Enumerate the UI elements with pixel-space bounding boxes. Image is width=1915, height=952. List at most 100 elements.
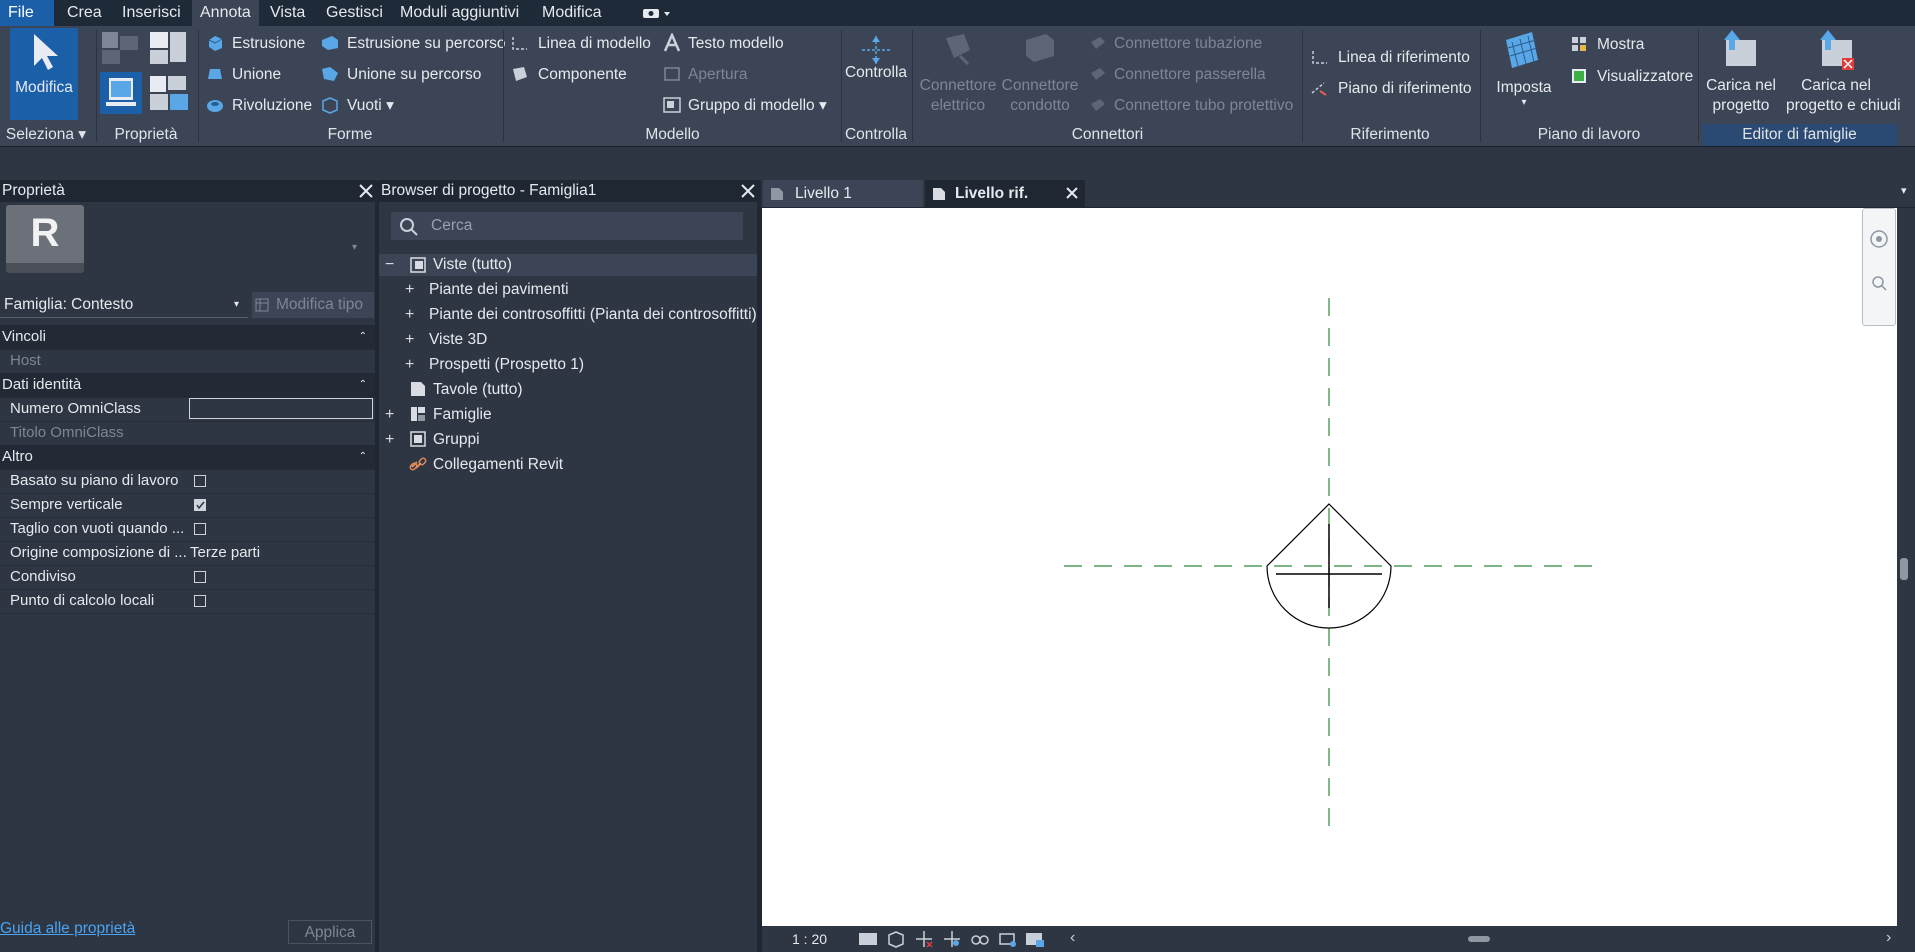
scroll-right-icon[interactable]: ›	[1886, 929, 1891, 947]
shadows-icon[interactable]	[942, 930, 962, 948]
properties-toggle-icon[interactable]	[100, 72, 142, 114]
browser-search-input[interactable]: Cerca	[391, 212, 743, 240]
zoom-region-icon[interactable]	[1869, 273, 1889, 299]
drawing-canvas[interactable]	[762, 208, 1897, 926]
detail-level-icon[interactable]	[858, 931, 878, 947]
tree-3d-views[interactable]: Viste 3D	[429, 330, 487, 350]
opening-button[interactable]: Apertura	[688, 66, 747, 84]
pipe-connector-button[interactable]: Connettore tubazione	[1114, 35, 1262, 53]
panel-seleziona[interactable]: Seleziona ▾	[0, 124, 92, 146]
type-selector[interactable]: Famiglia: Contesto ▾	[0, 293, 248, 318]
family-types-icon[interactable]	[100, 30, 142, 72]
tree-families[interactable]: Famiglie	[433, 405, 492, 425]
model-text-button[interactable]: Testo modello	[688, 35, 784, 53]
type-properties-icon[interactable]	[148, 74, 190, 118]
shared-checkbox[interactable]	[194, 571, 206, 583]
sweep-icon	[320, 34, 340, 56]
menu-inserisci[interactable]: Inserisci	[114, 0, 189, 26]
tree-ceiling-plans[interactable]: Piante dei controsoffitti (Pianta dei co…	[429, 305, 757, 325]
tab-livello-rif[interactable]: Livello rif.	[925, 180, 1085, 207]
edit-type-button[interactable]: Modifica tipo	[252, 292, 374, 318]
cable-tray-connector-button[interactable]: Connettore passerella	[1114, 66, 1266, 84]
reveal-hidden-icon[interactable]	[970, 930, 990, 948]
expand-icon[interactable]: +	[405, 305, 414, 325]
group-other[interactable]: Altro ⌃	[0, 445, 375, 470]
steering-wheel-icon[interactable]	[1869, 229, 1889, 255]
group-identity[interactable]: Dati identità ⌃	[0, 373, 375, 398]
composition-origin-value[interactable]: Terze parti	[190, 541, 260, 565]
expand-icon[interactable]: +	[385, 405, 394, 425]
tree-elevations[interactable]: Prospetti (Prospetto 1)	[429, 355, 584, 375]
panel-editor-di-famiglie: Editor di famiglie	[1702, 124, 1897, 146]
void-forms-dropdown[interactable]: Vuoti ▾	[347, 97, 394, 115]
view-scale[interactable]: 1 : 20	[792, 931, 827, 947]
component-button[interactable]: Componente	[538, 66, 627, 84]
properties-help-link[interactable]: Guida alle proprietà	[0, 920, 135, 938]
visual-style-icon[interactable]	[886, 930, 906, 948]
reference-plane-button[interactable]: Piano di riferimento	[1338, 80, 1472, 98]
tree-revit-links[interactable]: Collegamenti Revit	[433, 455, 563, 475]
row-shared: Condiviso	[0, 565, 375, 590]
modify-button-label: Modifica	[15, 79, 73, 96]
reference-line-button[interactable]: Linea di riferimento	[1338, 49, 1470, 67]
group-constraints[interactable]: Vincoli ⌃	[0, 325, 375, 350]
tab-livello-1[interactable]: Livello 1	[763, 180, 923, 207]
blend-button[interactable]: Unione	[232, 66, 281, 84]
expand-icon[interactable]: +	[405, 355, 414, 375]
model-group-dropdown[interactable]: Gruppo di modello ▾	[688, 97, 827, 115]
horizontal-scroll-thumb[interactable]	[1468, 936, 1490, 942]
options-bar	[0, 146, 1915, 181]
swept-blend-button[interactable]: Unione su percorso	[347, 66, 481, 84]
menu-crea[interactable]: Crea	[59, 0, 110, 26]
load-into-project-button[interactable]: Carica nel progetto	[1698, 76, 1784, 116]
local-calc-point-checkbox[interactable]	[194, 595, 206, 607]
tree-views-all[interactable]: Viste (tutto)	[433, 255, 512, 275]
temporary-hide-icon[interactable]	[1024, 930, 1046, 948]
sweep-button[interactable]: Estrusione su percorso	[347, 35, 506, 53]
tree-groups[interactable]: Gruppi	[433, 430, 480, 450]
extrusion-button[interactable]: Estrusione	[232, 35, 305, 53]
collapse-icon[interactable]: −	[385, 255, 394, 275]
always-vertical-checkbox[interactable]	[194, 499, 206, 511]
electrical-connector-button[interactable]: Connettore elettrico	[916, 76, 1000, 116]
edit-type-icon	[255, 298, 269, 312]
expand-icon[interactable]: +	[405, 280, 414, 300]
close-icon[interactable]	[358, 183, 374, 199]
expand-icon[interactable]: +	[405, 330, 414, 350]
omniclass-number-input[interactable]	[189, 398, 373, 419]
menu-annota[interactable]: Annota	[192, 0, 259, 26]
menu-file[interactable]: File	[0, 0, 54, 26]
modify-button[interactable]: Modifica	[10, 28, 78, 120]
show-workplane-button[interactable]: Mostra	[1597, 36, 1644, 54]
model-line-button[interactable]: Linea di modello	[538, 35, 651, 53]
revolve-button[interactable]: Rivoluzione	[232, 97, 312, 115]
family-category-icon[interactable]	[148, 30, 188, 72]
tabs-overflow-icon[interactable]: ▾	[1901, 184, 1907, 197]
properties-title: Proprietà	[0, 180, 377, 202]
extrusion-icon	[206, 34, 224, 56]
duct-connector-button[interactable]: Connettore condotto	[998, 76, 1082, 116]
menu-gestisci[interactable]: Gestisci	[318, 0, 391, 26]
conduit-connector-button[interactable]: Connettore tubo protettivo	[1114, 97, 1293, 115]
menu-vista[interactable]: Vista	[262, 0, 313, 26]
close-icon[interactable]	[740, 183, 756, 199]
menu-modifica[interactable]: Modifica	[534, 0, 610, 26]
sun-path-icon[interactable]	[914, 930, 934, 948]
tree-floor-plans[interactable]: Piante dei pavimenti	[429, 280, 569, 300]
type-expand-icon[interactable]: ▾	[352, 242, 357, 253]
viewer-button[interactable]: Visualizzatore	[1597, 68, 1693, 86]
crop-view-icon[interactable]	[998, 930, 1018, 948]
apply-button[interactable]: Applica	[288, 920, 372, 944]
set-workplane-button[interactable]: Imposta ▾	[1490, 78, 1558, 108]
expand-icon[interactable]: +	[385, 430, 394, 450]
camera-dropdown-icon[interactable]	[642, 5, 672, 25]
control-button[interactable]: Controlla	[842, 63, 910, 83]
workplane-based-checkbox[interactable]	[194, 475, 206, 487]
load-and-close-button[interactable]: Carica nel progetto e chiudi	[1786, 76, 1901, 116]
menu-moduli-aggiuntivi[interactable]: Moduli aggiuntivi	[392, 0, 527, 26]
cut-with-voids-checkbox[interactable]	[194, 523, 206, 535]
tree-sheets[interactable]: Tavole (tutto)	[433, 380, 523, 400]
scroll-left-icon[interactable]: ‹	[1070, 929, 1075, 947]
vertical-scrollbar[interactable]	[1897, 208, 1915, 926]
close-tab-icon[interactable]	[1065, 186, 1079, 200]
